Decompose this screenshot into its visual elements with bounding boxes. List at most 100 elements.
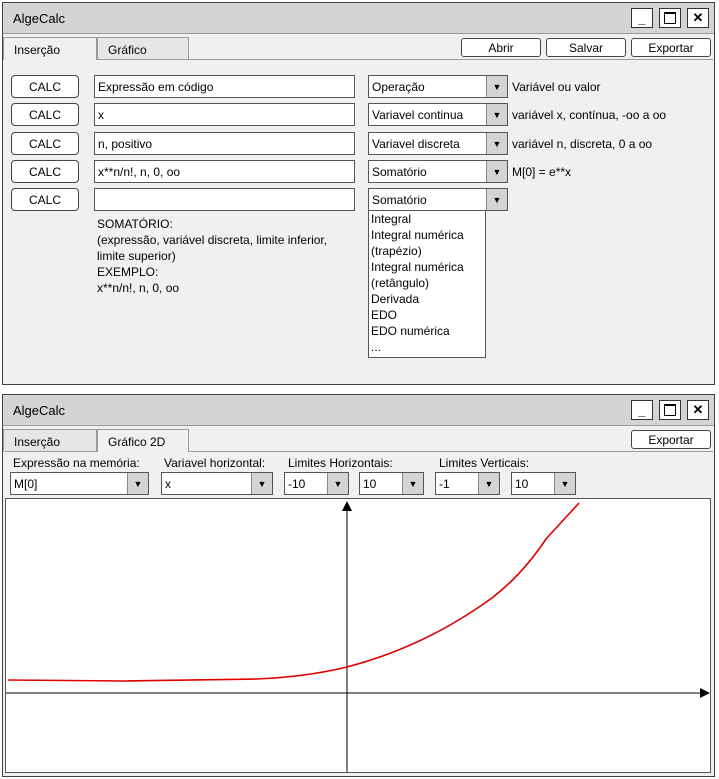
chevron-down-icon[interactable]: ▼ <box>327 473 348 494</box>
minimize-icon: _ <box>638 10 646 26</box>
maximize-button[interactable] <box>659 400 681 420</box>
exponential-curve <box>7 502 580 682</box>
chevron-down-icon[interactable]: ▼ <box>251 473 272 494</box>
open-button[interactable]: Abrir <box>461 38 541 57</box>
operation-value: Variavel continua <box>372 108 464 122</box>
row-description: Variável ou valor <box>512 80 601 94</box>
dropdown-option[interactable]: ... <box>369 339 485 355</box>
expression-field[interactable]: Expressão em código <box>94 75 355 98</box>
tab-label: Gráfico <box>108 43 147 57</box>
help-line: limite superior) <box>97 249 176 263</box>
maximize-icon <box>664 404 676 416</box>
operation-dropdown-list: Integral Integral numérica (trapézio) In… <box>368 210 486 358</box>
operation-select[interactable]: Somatório ▼ <box>368 160 508 183</box>
memory-expression-select[interactable]: M[0] ▼ <box>10 472 149 495</box>
dropdown-option[interactable]: EDO <box>369 307 485 323</box>
close-button[interactable]: ✕ <box>687 400 709 420</box>
vertical-limits-label: Limites Verticais: <box>439 456 530 470</box>
window-title: AlgeCalc <box>13 403 66 418</box>
expression-field[interactable]: n, positivo <box>94 132 355 155</box>
horizontal-max-value: 10 <box>363 477 377 491</box>
vertical-min-select[interactable]: -1 ▼ <box>435 472 500 495</box>
chevron-down-icon[interactable]: ▼ <box>486 104 507 125</box>
close-icon: ✕ <box>692 10 704 25</box>
operation-select[interactable]: Variavel discreta ▼ <box>368 132 508 155</box>
dropdown-option[interactable]: Integral numérica <box>369 227 485 243</box>
horizontal-variable-select[interactable]: x ▼ <box>161 472 273 495</box>
minimize-button[interactable]: _ <box>631 8 653 28</box>
calc-button[interactable]: CALC <box>11 103 79 126</box>
horizontal-min-value: -10 <box>288 477 306 491</box>
operation-value: Somatório <box>372 165 427 179</box>
dropdown-option[interactable]: Integral <box>369 211 485 227</box>
horizontal-limits-label: Limites Horizontais: <box>288 456 393 470</box>
chevron-down-icon[interactable]: ▼ <box>554 473 575 494</box>
tab-insercao[interactable]: Inserção <box>3 429 97 451</box>
chevron-down-icon[interactable]: ▼ <box>127 473 148 494</box>
horizontal-variable-label: Variavel horizontal: <box>164 456 266 470</box>
row-description: variável x, contínua, -oo a oo <box>512 108 667 122</box>
help-example-label: EXEMPLO: <box>97 265 159 279</box>
calc-label: CALC <box>28 192 61 207</box>
calc-label: CALC <box>28 79 61 94</box>
operation-select-open[interactable]: Somatório ▼ <box>368 188 508 211</box>
horizontal-variable-value: x <box>165 477 171 491</box>
plot-area[interactable] <box>5 498 711 773</box>
close-icon: ✕ <box>692 402 704 417</box>
chevron-down-icon[interactable]: ▼ <box>402 473 423 494</box>
export-button[interactable]: Exportar <box>631 38 711 57</box>
operation-value: Variavel discreta <box>372 137 460 151</box>
minimize-icon: _ <box>638 402 646 418</box>
calc-label: CALC <box>28 164 61 179</box>
minimize-button[interactable]: _ <box>631 400 653 420</box>
close-button[interactable]: ✕ <box>687 8 709 28</box>
export-button[interactable]: Exportar <box>631 430 711 449</box>
vertical-max-select[interactable]: 10 ▼ <box>511 472 576 495</box>
calc-button[interactable]: CALC <box>11 160 79 183</box>
operation-select[interactable]: Operação ▼ <box>368 75 508 98</box>
calc-label: CALC <box>28 107 61 122</box>
operation-value: Somatório <box>372 193 427 207</box>
maximize-button[interactable] <box>659 8 681 28</box>
help-example: x**n/n!, n, 0, oo <box>97 281 180 295</box>
help-line: (expressão, variável discreta, limite in… <box>97 233 328 247</box>
horizontal-min-select[interactable]: -10 ▼ <box>284 472 349 495</box>
title-bar: AlgeCalc _ ✕ <box>3 395 714 426</box>
expression-field[interactable] <box>94 188 355 211</box>
tab-grafico-2d[interactable]: Gráfico 2D <box>97 429 189 452</box>
tab-grafico[interactable]: Gráfico <box>97 37 189 59</box>
operation-select[interactable]: Variavel continua ▼ <box>368 103 508 126</box>
chevron-down-icon[interactable]: ▼ <box>486 133 507 154</box>
dropdown-option[interactable]: Derivada <box>369 291 485 307</box>
calc-button[interactable]: CALC <box>11 188 79 211</box>
calc-label: CALC <box>28 136 61 151</box>
chevron-down-icon[interactable]: ▼ <box>486 161 507 182</box>
plot-svg <box>6 501 710 772</box>
horizontal-max-select[interactable]: 10 ▼ <box>359 472 424 495</box>
row-description: variável n, discreta, 0 a oo <box>512 137 653 151</box>
window-title: AlgeCalc <box>13 11 66 26</box>
title-bar: AlgeCalc _ ✕ <box>3 3 714 34</box>
chevron-down-icon[interactable]: ▼ <box>478 473 499 494</box>
x-axis-arrow <box>700 688 710 698</box>
tab-label: Gráfico 2D <box>108 435 166 449</box>
dropdown-option[interactable]: Integral numérica <box>369 259 485 275</box>
save-button[interactable]: Salvar <box>546 38 626 57</box>
tab-insercao[interactable]: Inserção <box>3 37 97 60</box>
dropdown-option[interactable]: (trapézio) <box>369 243 485 259</box>
vertical-min-value: -1 <box>439 477 450 491</box>
export-label: Exportar <box>648 40 694 55</box>
help-title: SOMATÓRIO: <box>97 217 173 231</box>
calc-button[interactable]: CALC <box>11 132 79 155</box>
row-description: M[0] = e**x <box>512 165 572 179</box>
operation-value: Operação <box>372 80 425 94</box>
dropdown-option[interactable]: (retângulo) <box>369 275 485 291</box>
expression-field[interactable]: x <box>94 103 355 126</box>
expression-field[interactable]: x**n/n!, n, 0, oo <box>94 160 355 183</box>
export-label: Exportar <box>648 432 694 447</box>
dropdown-option[interactable]: EDO numérica <box>369 323 485 339</box>
tab-label: Inserção <box>14 435 61 449</box>
chevron-down-icon[interactable]: ▼ <box>486 76 507 97</box>
calc-button[interactable]: CALC <box>11 75 79 98</box>
chevron-down-icon[interactable]: ▼ <box>486 189 507 210</box>
